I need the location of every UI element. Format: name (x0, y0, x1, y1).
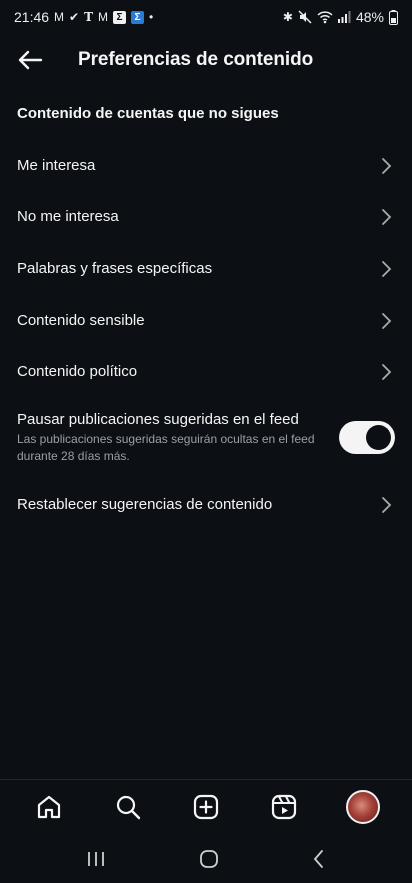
item-label: No me interesa (17, 208, 119, 225)
bluetooth-icon: ✱ (282, 10, 293, 24)
item-restablecer-sugerencias[interactable]: Restablecer sugerencias de contenido (0, 479, 412, 530)
system-nav-bar (0, 835, 412, 883)
item-me-interesa[interactable]: Me interesa (0, 140, 412, 191)
profile-avatar (345, 790, 380, 824)
status-time: 21:46 (14, 9, 50, 25)
tab-reels[interactable] (262, 785, 306, 829)
mute-icon (298, 10, 312, 24)
back-arrow-icon (18, 50, 43, 70)
chevron-right-icon (382, 208, 392, 225)
chevron-right-icon (382, 496, 392, 513)
pause-suggested-posts-setting: Pausar publicaciones sugeridas en el fee… (0, 410, 412, 468)
item-label: Contenido sensible (17, 312, 145, 329)
chevron-right-icon (382, 312, 392, 329)
chevron-right-icon (382, 260, 392, 277)
home-icon (38, 795, 61, 819)
tab-create[interactable] (184, 785, 228, 829)
status-right: ✱ 48% (283, 9, 398, 25)
item-palabras-frases[interactable]: Palabras y frases específicas (0, 243, 412, 294)
section-title: Contenido de cuentas que no sigues (17, 105, 279, 122)
signal-icon (337, 11, 351, 23)
item-label: Palabras y frases específicas (17, 260, 213, 277)
bottom-tab-bar (0, 779, 412, 834)
toggle-description: Las publicaciones sugeridas seguirán ocu… (17, 432, 315, 463)
toggle-title: Pausar publicaciones sugeridas en el fee… (17, 411, 299, 428)
battery-icon (389, 9, 398, 25)
tab-profile[interactable] (341, 785, 385, 829)
tab-home[interactable] (27, 785, 71, 829)
dot-icon: • (149, 10, 154, 24)
item-label: Me interesa (17, 157, 96, 174)
item-no-me-interesa[interactable]: No me interesa (0, 191, 412, 242)
tab-search[interactable] (106, 785, 150, 829)
item-label: Contenido político (17, 363, 138, 380)
mail-icon: M (98, 10, 109, 24)
nyt-icon: T (84, 10, 94, 24)
search-icon (116, 795, 140, 820)
recents-icon[interactable] (86, 850, 106, 868)
item-contenido-politico[interactable]: Contenido político (0, 346, 412, 397)
page-title: Preferencias de contenido (78, 49, 314, 70)
wifi-icon (317, 10, 333, 23)
back-button[interactable] (1, 34, 59, 86)
sigma-icon: Σ (131, 10, 145, 24)
chevron-right-icon (382, 157, 392, 174)
header: Preferencias de contenido (0, 34, 412, 86)
sigma-icon: Σ (113, 10, 127, 24)
toggle-knob (366, 425, 391, 450)
home-circle-icon[interactable] (199, 849, 219, 869)
battery-level: 48% (355, 9, 384, 25)
back-chevron-icon[interactable] (312, 849, 326, 869)
create-icon (193, 794, 219, 820)
pause-suggested-toggle[interactable] (339, 421, 395, 454)
mail-icon: M (54, 10, 65, 24)
check-circle-icon: ✔ (69, 10, 80, 24)
item-label: Restablecer sugerencias de contenido (17, 496, 273, 513)
reels-icon (272, 794, 297, 820)
item-contenido-sensible[interactable]: Contenido sensible (0, 295, 412, 346)
status-left: 21:46 M ✔ T M Σ Σ • (14, 9, 153, 25)
status-bar: 21:46 M ✔ T M Σ Σ • ✱ 48% (0, 0, 412, 34)
chevron-right-icon (382, 363, 392, 380)
